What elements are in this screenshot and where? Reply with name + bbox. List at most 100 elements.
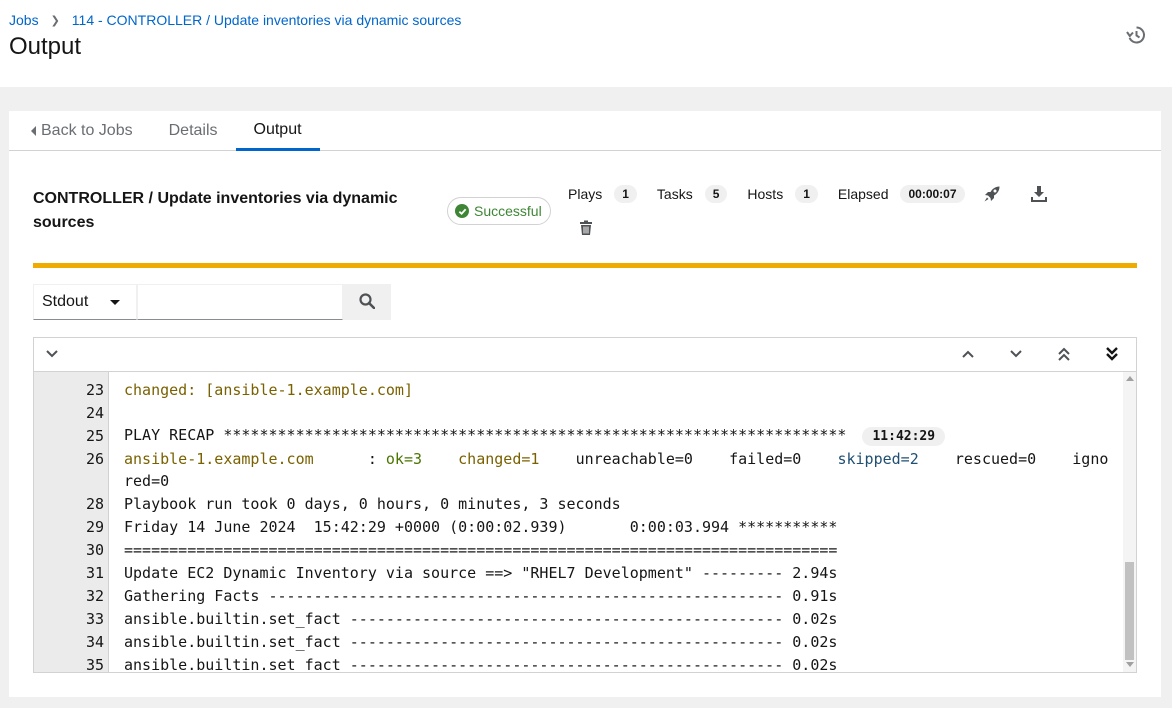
- line-number: 35: [85, 655, 104, 673]
- line-text: ansible.builtin.set_fact ---------------…: [124, 609, 838, 628]
- elapsed-label: Elapsed: [837, 186, 889, 202]
- chevron-down-icon[interactable]: [44, 346, 60, 362]
- elapsed-time: 00:00:07: [900, 185, 965, 203]
- tabs: Back to Jobs Details Output: [9, 111, 1161, 151]
- output-toolbar: [34, 338, 1136, 372]
- angle-down-icon[interactable]: [1008, 346, 1024, 362]
- recap-skipped: skipped=2: [837, 449, 919, 468]
- tab-label: Details: [168, 122, 218, 139]
- line-text: red=0: [124, 471, 170, 490]
- search-button[interactable]: [343, 284, 391, 320]
- line-number: 30: [85, 540, 104, 559]
- hosts-count: 1: [795, 185, 818, 203]
- angle-double-down-icon[interactable]: [1104, 346, 1120, 362]
- output-body: 23 changed: [ansible-1.example.com] 24 2…: [34, 372, 1136, 672]
- job-output-panel: 23 changed: [ansible-1.example.com] 24 2…: [33, 337, 1137, 673]
- angle-up-icon[interactable]: [960, 346, 976, 362]
- tab-details[interactable]: Details: [151, 111, 236, 151]
- scroll-down-arrow-icon[interactable]: [1126, 662, 1134, 667]
- caret-left-icon: [31, 126, 36, 136]
- hosts-label: Hosts: [747, 186, 784, 202]
- recap-ignored: igno: [1072, 449, 1109, 468]
- recap-rescued: rescued=0: [954, 449, 1037, 468]
- rocket-icon[interactable]: [981, 183, 1003, 205]
- output-line-wrap: red=0: [34, 469, 169, 492]
- job-stats: Plays 1 Tasks 5 Hosts 1 Elapsed 00:00:07: [568, 183, 1050, 205]
- tab-output[interactable]: Output: [235, 111, 320, 151]
- breadcrumb: Jobs ❯ 114 - CONTROLLER / Update invento…: [9, 12, 461, 28]
- line-text: ansible-1.example.com : ok=3 changed=1 u…: [124, 450, 1108, 468]
- breadcrumb-job-link[interactable]: 114 - CONTROLLER / Update inventories vi…: [72, 12, 462, 28]
- download-icon[interactable]: [1028, 183, 1050, 205]
- output-line: 35 ansible.builtin.set_fact ------------…: [34, 653, 838, 673]
- line-number: 23: [85, 380, 104, 399]
- output-line: 23 changed: [ansible-1.example.com]: [34, 378, 413, 401]
- tab-back-to-jobs[interactable]: Back to Jobs: [9, 111, 151, 151]
- job-title: CONTROLLER / Update inventories via dyna…: [33, 190, 398, 231]
- plays-label: Plays: [568, 186, 603, 202]
- trash-icon[interactable]: [575, 217, 597, 239]
- output-line: 28 Playbook run took 0 days, 0 hours, 0 …: [34, 492, 621, 515]
- line-text: Update EC2 Dynamic Inventory via source …: [124, 563, 838, 582]
- tab-label: Output: [253, 120, 302, 138]
- scroll-up-arrow-icon[interactable]: [1126, 376, 1134, 381]
- output-line: 31 Update EC2 Dynamic Inventory via sour…: [34, 561, 838, 584]
- stdout-filter-select[interactable]: Stdout: [33, 284, 137, 320]
- select-value: Stdout: [42, 293, 89, 310]
- recap-host: ansible-1.example.com: [124, 449, 314, 468]
- history-icon[interactable]: [1126, 25, 1146, 45]
- line-text: ansible.builtin.set_fact ---------------…: [124, 632, 838, 651]
- line-number: 29: [85, 517, 104, 536]
- line-text: ansible.builtin.set_fact ---------------…: [124, 655, 838, 673]
- line-text: Playbook run took 0 days, 0 hours, 0 min…: [124, 494, 621, 513]
- output-line: 34 ansible.builtin.set_fact ------------…: [34, 630, 838, 653]
- line-number: 33: [85, 609, 104, 628]
- output-line: 26 ansible-1.example.com : ok=3 changed=…: [34, 447, 1108, 470]
- recap-sep: :: [313, 449, 386, 468]
- line-number: 24: [85, 403, 104, 422]
- breadcrumb-jobs-link[interactable]: Jobs: [9, 12, 39, 28]
- line-text: Gathering Facts ------------------------…: [124, 586, 838, 605]
- tasks-label: Tasks: [656, 186, 693, 202]
- line-text: changed: [ansible-1.example.com]: [124, 380, 413, 399]
- line-number: 25: [85, 426, 104, 445]
- angle-double-up-icon[interactable]: [1056, 346, 1072, 362]
- status-text: Successful: [474, 203, 542, 219]
- output-line: 25 PLAY RECAP **************************…: [34, 424, 946, 447]
- line-text: ========================================…: [124, 540, 838, 559]
- line-text: Friday 14 June 2024 15:42:29 +0000 (0:00…: [124, 517, 838, 536]
- plays-count: 1: [614, 185, 637, 203]
- line-number: 31: [85, 563, 104, 582]
- output-scrollbar[interactable]: [1123, 372, 1136, 672]
- recap-ok: ok=3: [385, 449, 423, 468]
- recap-changed: changed=1: [458, 449, 540, 468]
- line-text: PLAY RECAP *****************************…: [124, 425, 946, 446]
- status-badge: Successful: [447, 197, 551, 225]
- tab-label: Back to Jobs: [41, 122, 133, 139]
- line-number: 26: [85, 449, 104, 468]
- search-icon: [359, 292, 376, 312]
- play-recap-text: PLAY RECAP *****************************…: [124, 425, 847, 444]
- job-output-card: Back to Jobs Details Output CONTROLLER /…: [9, 111, 1161, 697]
- recap-unreachable: unreachable=0: [575, 449, 693, 468]
- caret-down-icon: [110, 299, 120, 305]
- output-line: 24: [34, 401, 104, 424]
- check-circle-icon: [455, 204, 469, 218]
- timestamp-chip: 11:42:29: [862, 426, 946, 446]
- output-line: 30 =====================================…: [34, 538, 838, 561]
- search-input[interactable]: [137, 284, 343, 320]
- line-number: 32: [85, 586, 104, 605]
- output-line: 29 Friday 14 June 2024 15:42:29 +0000 (0…: [34, 515, 838, 538]
- breadcrumb-separator-icon: ❯: [50, 14, 60, 27]
- line-number: 34: [85, 632, 104, 651]
- tasks-count: 5: [704, 185, 728, 203]
- search-toolbar: Stdout: [33, 284, 391, 320]
- output-line: 32 Gathering Facts ---------------------…: [34, 584, 838, 607]
- status-divider: [33, 263, 1137, 268]
- recap-failed: failed=0: [729, 449, 802, 468]
- page-title: Output: [9, 33, 82, 60]
- line-number: 28: [85, 494, 104, 513]
- scroll-thumb[interactable]: [1125, 562, 1134, 660]
- output-line: 33 ansible.builtin.set_fact ------------…: [34, 607, 838, 630]
- page-header: Jobs ❯ 114 - CONTROLLER / Update invento…: [0, 0, 1172, 87]
